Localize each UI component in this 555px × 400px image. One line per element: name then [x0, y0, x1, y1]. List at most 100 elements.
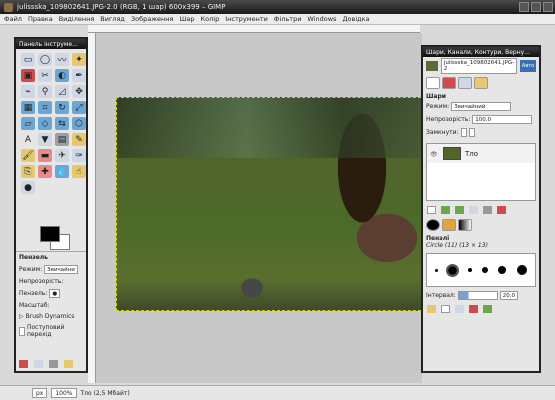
menu-tools[interactable]: Інструменти	[225, 15, 268, 23]
crop-icon[interactable]: ⌗	[38, 101, 52, 114]
layer-list[interactable]: 👁 Тло	[426, 143, 536, 201]
delete-options-icon[interactable]	[49, 360, 58, 368]
ink-icon[interactable]: ✑	[72, 149, 86, 162]
shear-icon[interactable]: ▱	[21, 117, 35, 130]
heal-icon[interactable]: ✚	[38, 165, 52, 178]
move-icon[interactable]: ✥	[72, 85, 86, 98]
align-icon[interactable]: ▦	[21, 101, 35, 114]
fuzzy-select-icon[interactable]: ✦	[72, 53, 86, 66]
select-by-color-icon[interactable]: ▣	[21, 69, 35, 82]
rect-select-icon[interactable]: ▭	[21, 53, 35, 66]
blend-icon[interactable]: ▤	[55, 133, 69, 146]
pencil-icon[interactable]: ✎	[72, 133, 86, 146]
spacing-slider[interactable]	[457, 291, 498, 300]
paths-icon[interactable]: ✒	[72, 69, 86, 82]
menu-help[interactable]: Довідка	[342, 15, 369, 23]
menu-view[interactable]: Вигляд	[100, 15, 125, 23]
duplicate-layer-icon[interactable]	[469, 206, 478, 214]
expander-icon[interactable]: ▷	[19, 313, 24, 320]
brush-swatch[interactable]	[446, 263, 460, 277]
layer-row[interactable]: 👁 Тло	[427, 144, 535, 163]
brush-swatch[interactable]	[435, 268, 439, 272]
tab-channels[interactable]	[442, 77, 456, 89]
horizontal-ruler[interactable]	[88, 25, 420, 33]
tab-undo[interactable]	[474, 77, 488, 89]
tab-paths[interactable]	[458, 77, 472, 89]
brush-preview[interactable]: ●	[49, 289, 61, 298]
menu-image[interactable]: Зображення	[131, 15, 174, 23]
measure-icon[interactable]: ◿	[55, 85, 69, 98]
brush-swatch[interactable]	[516, 265, 527, 275]
foreground-select-icon[interactable]: ◐	[55, 69, 69, 82]
unit-select[interactable]: px	[32, 388, 48, 398]
duplicate-brush-icon[interactable]	[455, 305, 464, 313]
refresh-brushes-icon[interactable]	[483, 305, 492, 313]
image-selector[interactable]: julissska_109802641.JPG-2 Авто	[423, 57, 539, 75]
airbrush-icon[interactable]: ✈	[55, 149, 69, 162]
flip-icon[interactable]: ⇆	[55, 117, 69, 130]
clone-icon[interactable]: ⎘	[21, 165, 35, 178]
brush-swatch[interactable]	[482, 267, 489, 273]
menu-select[interactable]: Виділення	[59, 15, 95, 23]
scale-icon[interactable]: ⤢	[72, 101, 86, 114]
smudge-icon[interactable]: ☝	[72, 165, 86, 178]
tab-layers[interactable]	[426, 77, 440, 89]
text-icon[interactable]: A	[21, 133, 35, 146]
menu-file[interactable]: Файл	[4, 15, 22, 23]
save-options-icon[interactable]	[19, 360, 28, 368]
lock-pixels-checkbox[interactable]	[460, 128, 467, 137]
menu-layer[interactable]: Шар	[179, 15, 194, 23]
blur-icon[interactable]: 💧	[55, 165, 69, 178]
tab-gradients[interactable]	[458, 219, 472, 231]
lasso-icon[interactable]: 〰	[55, 53, 69, 66]
color-picker-icon[interactable]: ⌁	[21, 85, 35, 98]
fade-checkbox[interactable]	[19, 326, 25, 336]
brush-swatch[interactable]	[467, 268, 472, 272]
color-swatches[interactable]	[36, 222, 76, 252]
close-icon[interactable]	[543, 2, 553, 12]
brush-dynamics-label[interactable]: Brush Dynamics	[26, 313, 75, 320]
brush-swatch[interactable]	[498, 266, 507, 274]
dodge-burn-icon[interactable]: ●	[21, 181, 35, 194]
new-layer-icon[interactable]	[427, 206, 436, 214]
scissors-icon[interactable]: ✂	[38, 69, 52, 82]
cage-icon[interactable]: ⬡	[72, 117, 86, 130]
rotate-icon[interactable]: ↻	[55, 101, 69, 114]
vertical-ruler[interactable]	[88, 33, 96, 383]
mode-select[interactable]: Звичайни	[44, 265, 78, 274]
bucket-fill-icon[interactable]: ▼	[38, 133, 52, 146]
minimize-icon[interactable]	[519, 2, 529, 12]
toolbox-title[interactable]: Панель інструме...	[16, 39, 86, 49]
anchor-layer-icon[interactable]	[483, 206, 492, 214]
delete-brush-icon[interactable]	[469, 305, 478, 313]
tab-patterns[interactable]	[442, 219, 456, 231]
raise-layer-icon[interactable]	[441, 206, 450, 214]
paintbrush-icon[interactable]: 🖌	[21, 149, 35, 162]
lower-layer-icon[interactable]	[455, 206, 464, 214]
auto-button[interactable]: Авто	[520, 60, 536, 72]
visibility-eye-icon[interactable]: 👁	[430, 151, 439, 158]
menu-color[interactable]: Колір	[201, 15, 220, 23]
layer-mode-select[interactable]: Звичайний	[451, 102, 512, 111]
tab-brushes[interactable]	[426, 219, 440, 231]
spacing-value[interactable]: 20,0	[499, 291, 519, 300]
restore-options-icon[interactable]	[34, 360, 43, 368]
brush-grid[interactable]	[426, 253, 536, 287]
foreground-color[interactable]	[40, 226, 60, 242]
menu-edit[interactable]: Правка	[28, 15, 53, 23]
layers-dock-title[interactable]: Шари, Канали, Контури, Верну...	[423, 47, 539, 57]
zoom-select[interactable]: 100%	[51, 388, 77, 398]
delete-layer-icon[interactable]	[497, 206, 506, 214]
image-name[interactable]: julissska_109802641.JPG-2	[440, 58, 518, 74]
new-brush-icon[interactable]	[441, 305, 450, 313]
layer-opacity-input[interactable]: 100,0	[472, 115, 533, 124]
ellipse-select-icon[interactable]: ◯	[38, 53, 52, 66]
edit-brush-icon[interactable]	[427, 305, 436, 313]
reset-options-icon[interactable]	[64, 360, 73, 368]
menu-windows[interactable]: Windows	[307, 15, 336, 23]
maximize-icon[interactable]	[531, 2, 541, 12]
menu-filters[interactable]: Фільтри	[274, 15, 302, 23]
zoom-icon[interactable]: ⚲	[38, 85, 52, 98]
lock-alpha-checkbox[interactable]	[468, 128, 475, 137]
eraser-icon[interactable]: ▬	[38, 149, 52, 162]
